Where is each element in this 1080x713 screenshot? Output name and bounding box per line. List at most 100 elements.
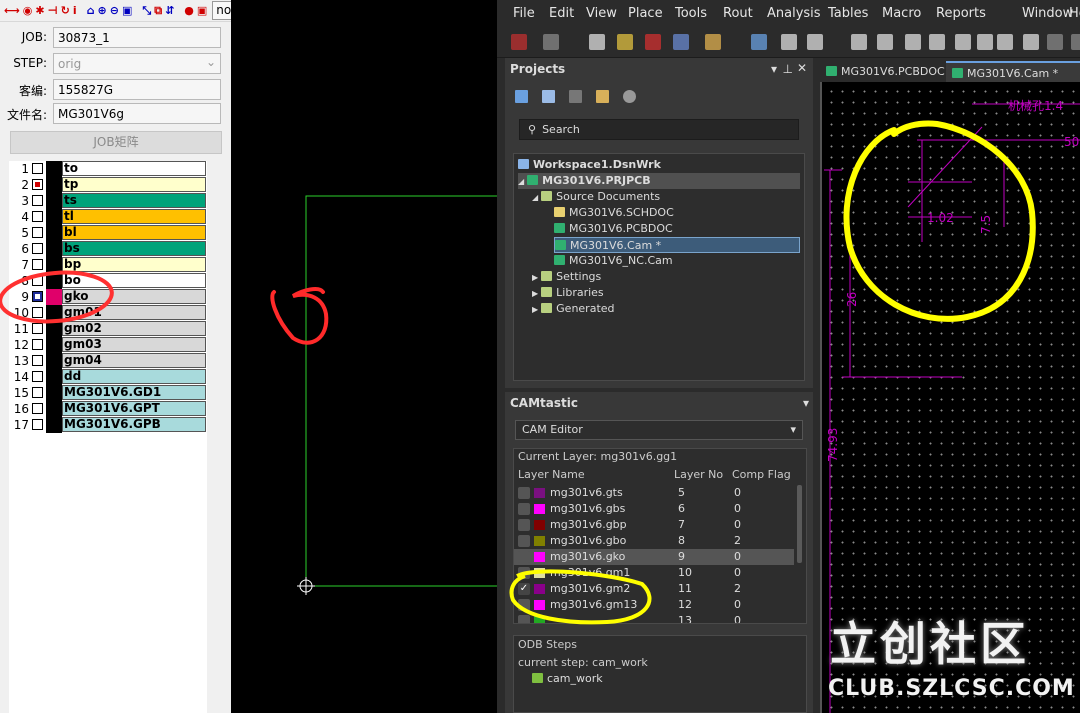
menu-macro[interactable]: Macro (882, 6, 921, 21)
panel-menu-icon[interactable]: ▾ (771, 62, 777, 76)
tree-doc-cam-selected[interactable]: MG301V6.Cam * (554, 237, 800, 253)
layer-row[interactable]: 2 tp (9, 177, 207, 193)
cam-layer-row[interactable]: ✓ mg301v6.gm2 11 2 (514, 581, 794, 597)
net-icon[interactable] (543, 34, 559, 50)
layer-visible-checkbox[interactable] (518, 535, 530, 547)
projects-search-input[interactable]: ⚲ Search (519, 119, 799, 140)
layer-row[interactable]: 6 bs (9, 241, 207, 257)
layer-checkbox[interactable] (32, 403, 43, 414)
layer-checkbox[interactable] (32, 307, 43, 318)
pan-icon[interactable] (955, 34, 971, 50)
layer-name-cell[interactable]: gm03 (62, 337, 206, 352)
layer-checkbox[interactable] (32, 387, 43, 398)
edit-icon[interactable]: ▣ (122, 2, 132, 19)
zoom-in-icon[interactable]: ⊕ (98, 2, 107, 19)
menu-tables[interactable]: Tables (828, 6, 868, 21)
layer-row[interactable]: 11 gm02 (9, 321, 207, 337)
layer-icon[interactable]: ▣ (197, 2, 207, 19)
menu-window[interactable]: Window (1022, 6, 1073, 21)
layer-visible-checkbox[interactable] (518, 599, 530, 611)
tab-cam-active[interactable]: MG301V6.Cam * (946, 61, 1080, 82)
layer-checkbox[interactable] (32, 259, 43, 270)
cam-layer-row[interactable]: mg301v6.gts 5 0 (514, 485, 794, 501)
snap-icon[interactable]: ✱ (35, 2, 44, 19)
layer-checkbox[interactable] (32, 243, 43, 254)
layer-row[interactable]: 4 tl (9, 209, 207, 225)
flag-icon[interactable] (645, 34, 661, 50)
folder-close-icon[interactable] (569, 90, 582, 103)
layer-row[interactable]: 9 gko (9, 289, 207, 305)
info-icon[interactable]: i (73, 2, 77, 19)
layer-checkbox[interactable] (32, 275, 43, 286)
tree-folder-generated[interactable]: ▶ Generated (532, 301, 615, 317)
rotate-icon[interactable]: ↻ (61, 2, 70, 19)
menu-file[interactable]: File (513, 6, 535, 21)
open-icon[interactable] (705, 34, 721, 50)
tree-workspace[interactable]: Workspace1.DsnWrk (518, 157, 661, 173)
layer-row[interactable]: 8 bo (9, 273, 207, 289)
customer-field[interactable]: 155827G (53, 79, 221, 100)
zoom-in-icon[interactable] (851, 34, 867, 50)
route-icon[interactable] (511, 34, 527, 50)
layer-visible-checkbox[interactable] (518, 615, 530, 623)
step-select[interactable]: orig ⌄ (53, 53, 221, 74)
tree-project[interactable]: ◢ MG301V6.PRJPCB (518, 173, 800, 189)
layer-name-cell[interactable]: MG301V6.GPB (62, 417, 206, 432)
cam-layer-row[interactable]: mg301v6.gko 9 0 (514, 549, 794, 565)
tab-pcbdoc[interactable]: MG301V6.PCBDOC (820, 61, 945, 82)
undo-icon[interactable] (1047, 34, 1063, 50)
layer-name-cell[interactable]: gm01 (62, 305, 206, 320)
save-icon[interactable] (751, 34, 767, 50)
cam-layer-row[interactable]: 13 0 (514, 613, 794, 623)
menu-rout[interactable]: Rout (723, 6, 753, 21)
layer-checkbox[interactable] (32, 179, 43, 190)
layer-checkbox[interactable] (32, 355, 43, 366)
cut-icon[interactable] (977, 34, 993, 50)
layer-name-cell[interactable]: tp (62, 177, 206, 192)
layer-row[interactable]: 10 gm01 (9, 305, 207, 321)
layer-row[interactable]: 12 gm03 (9, 337, 207, 353)
layer-name-cell[interactable]: MG301V6.GD1 (62, 385, 206, 400)
col-layer-name[interactable]: Layer Name (518, 467, 585, 483)
layer-checkbox[interactable] (32, 339, 43, 350)
layer-name-cell[interactable]: to (62, 161, 206, 176)
tree-doc-pcbdoc[interactable]: MG301V6.PCBDOC (554, 221, 673, 237)
layer-row[interactable]: 7 bp (9, 257, 207, 273)
cam-layer-row[interactable]: mg301v6.gbo 8 2 (514, 533, 794, 549)
layer-checkbox[interactable] (32, 323, 43, 334)
zoom-area-icon[interactable] (929, 34, 945, 50)
eye-icon[interactable]: ◉ (23, 2, 33, 19)
layer-name-cell[interactable]: bp (62, 257, 206, 272)
job-field[interactable]: 30873_1 (53, 27, 221, 48)
layer-name-cell[interactable]: tl (62, 209, 206, 224)
layer-checkbox[interactable] (32, 371, 43, 382)
zoom-fit-icon[interactable] (905, 34, 921, 50)
print-icon[interactable] (781, 34, 797, 50)
layer-checkbox[interactable] (32, 163, 43, 174)
layer-visible-checkbox[interactable] (518, 567, 530, 579)
zoom-out-icon[interactable]: ⊖ (110, 2, 119, 19)
layer-name-cell[interactable]: gm02 (62, 321, 206, 336)
col-comp-flag[interactable]: Comp Flag (732, 467, 791, 483)
grid-icon[interactable] (589, 34, 605, 50)
menu-tools[interactable]: Tools (675, 6, 707, 21)
layer-name-cell[interactable]: gm04 (62, 353, 206, 368)
layer-row[interactable]: 5 bl (9, 225, 207, 241)
gear-icon[interactable] (623, 90, 636, 103)
tree-doc-nc-cam[interactable]: MG301V6_NC.Cam (554, 253, 673, 269)
menu-place[interactable]: Place (628, 6, 663, 21)
home-icon[interactable]: ⌂ (87, 2, 95, 19)
redo-icon[interactable] (1071, 34, 1080, 50)
layer-name-cell[interactable]: gko (62, 289, 206, 304)
close-icon[interactable]: ✕ (797, 61, 807, 75)
zoom-out-icon[interactable] (877, 34, 893, 50)
layer-row[interactable]: 17 MG301V6.GPB (9, 417, 207, 433)
tree-folder-libraries[interactable]: ▶ Libraries (532, 285, 604, 301)
window-icon[interactable]: ⧉ (154, 2, 162, 19)
cross-icon[interactable]: ⤡ (142, 2, 151, 19)
pen-icon[interactable]: ● (184, 2, 194, 19)
panel-menu-icon[interactable]: ▾ (803, 396, 809, 410)
flip-icon[interactable]: ⇵ (165, 2, 174, 19)
layer-visible-checkbox[interactable] (518, 551, 530, 563)
step-item[interactable]: cam_work (532, 672, 603, 685)
